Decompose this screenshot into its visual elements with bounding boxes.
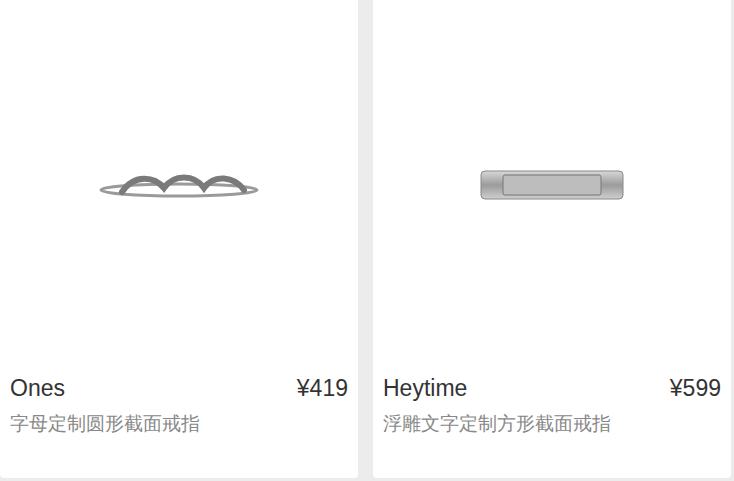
product-card[interactable]: Ones ¥419 字母定制圆形截面戒指 bbox=[0, 0, 358, 478]
product-name: Ones bbox=[10, 375, 65, 402]
product-grid: Ones ¥419 字母定制圆形截面戒指 Heytime ¥599 浮雕文字定制方形截面戒… bbox=[0, 0, 734, 478]
product-info: Heytime ¥599 浮雕文字定制方形截面戒指 bbox=[373, 372, 731, 437]
product-info: Ones ¥419 字母定制圆形截面戒指 bbox=[0, 372, 358, 437]
product-name: Heytime bbox=[383, 375, 467, 402]
product-photo bbox=[0, 0, 358, 372]
product-description: 浮雕文字定制方形截面戒指 bbox=[383, 412, 721, 437]
title-row: Ones ¥419 bbox=[10, 372, 348, 404]
product-price: ¥599 bbox=[670, 375, 721, 402]
title-row: Heytime ¥599 bbox=[383, 372, 721, 404]
product-card[interactable]: Heytime ¥599 浮雕文字定制方形截面戒指 bbox=[373, 0, 731, 478]
product-description: 字母定制圆形截面戒指 bbox=[10, 412, 348, 437]
product-price: ¥419 bbox=[297, 375, 348, 402]
product-photo bbox=[373, 0, 731, 372]
